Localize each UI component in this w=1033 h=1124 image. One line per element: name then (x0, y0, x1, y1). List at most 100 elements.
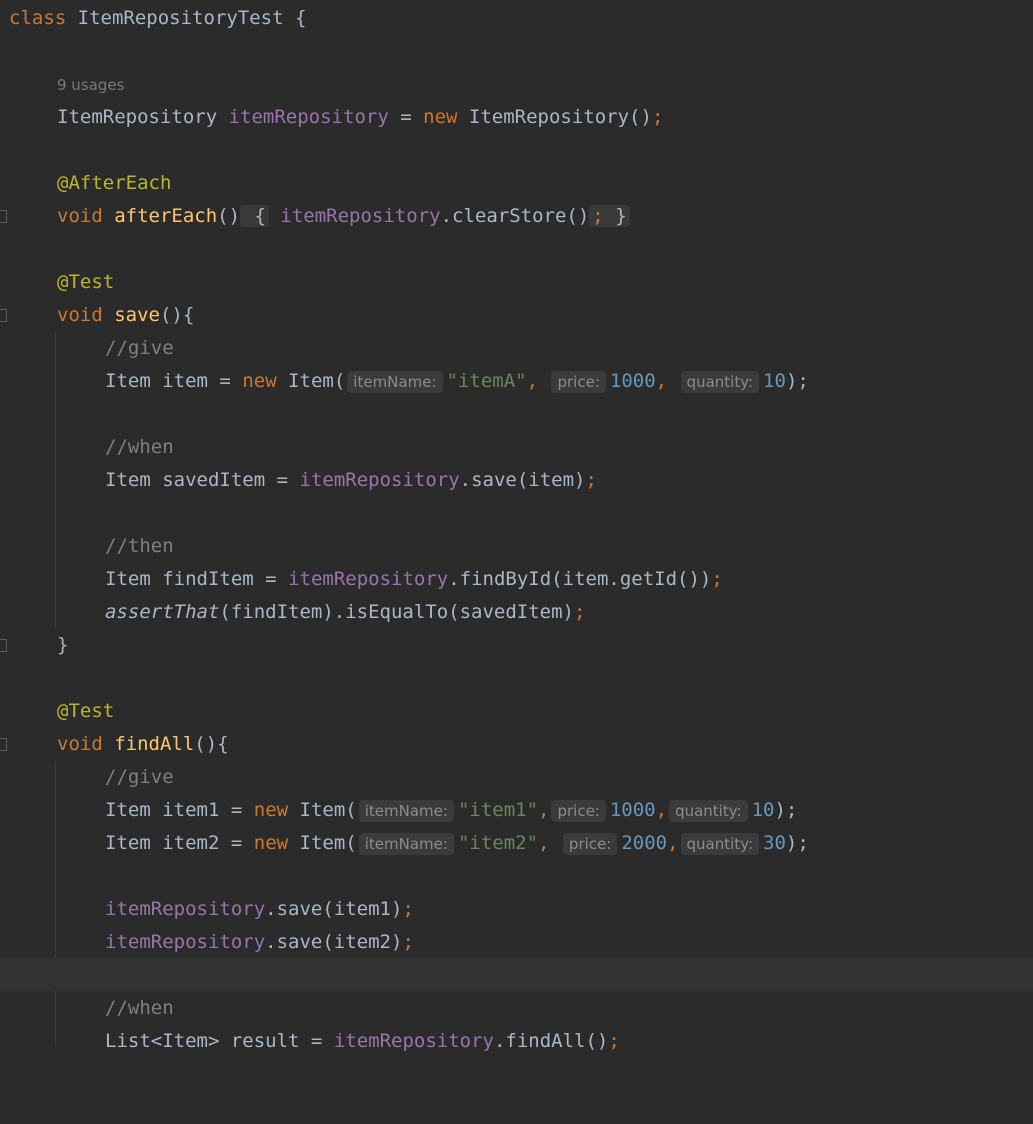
class-name: ItemRepositoryTest (77, 7, 284, 29)
field-ref: itemRepository (280, 205, 441, 227)
semicolon: ; (711, 568, 723, 590)
semicolon: ; (574, 601, 586, 623)
code-line[interactable]: assertThat(findItem).isEqualTo(savedItem… (0, 596, 1033, 629)
close-paren: ); (785, 370, 809, 392)
current-line-highlight[interactable] (0, 958, 1033, 991)
type-name: ItemRepository (57, 106, 218, 128)
comma: , (655, 370, 668, 392)
method-call: .clearStore() (440, 205, 590, 227)
annotation: @Test (57, 700, 115, 722)
field-ref: itemRepository (299, 469, 460, 491)
brace: { (295, 7, 307, 29)
number-literal: 10 (751, 799, 775, 821)
keyword: void (57, 733, 103, 755)
code-line[interactable]: void save(){ (0, 299, 1033, 332)
code-editor[interactable]: class ItemRepositoryTest { 9 usages Item… (0, 0, 1033, 1052)
brace: (){ (194, 733, 229, 755)
param-hint-price: price: (562, 833, 618, 855)
code-line[interactable]: void findAll(){ (0, 728, 1033, 761)
semicolon: ; (585, 469, 597, 491)
declaration: Item findItem (105, 568, 254, 590)
declaration: Item savedItem (105, 469, 266, 491)
brace: (){ (159, 304, 195, 326)
folded-brace[interactable]: { (240, 205, 269, 227)
comma: , (538, 799, 550, 821)
code-line[interactable]: Item savedItem = itemRepository.save(ite… (0, 464, 1033, 497)
param-hint-itemname: itemName: (347, 371, 443, 393)
code-line[interactable]: //give (0, 761, 1033, 794)
operator: = (230, 799, 243, 821)
comma: , (655, 799, 668, 821)
operator: = (265, 568, 277, 590)
method-name: save (114, 304, 160, 326)
code-line[interactable]: @Test (0, 695, 1033, 728)
semicolon: ; (402, 898, 414, 920)
param-hint-price: price: (551, 371, 606, 393)
code-line[interactable]: Item item2 = new Item(itemName: "item2", … (0, 827, 1033, 860)
code-line[interactable]: //when (0, 992, 1033, 1025)
semicolon: ; (651, 106, 664, 128)
keyword: void (57, 205, 103, 227)
code-line[interactable]: void afterEach() { itemRepository.clearS… (0, 200, 1033, 233)
declaration: List<Item> result (105, 1030, 300, 1052)
code-line[interactable]: @AfterEach (0, 167, 1033, 200)
comma: , (526, 370, 539, 392)
comma: , (538, 832, 550, 854)
code-line[interactable]: Item findItem = itemRepository.findById(… (0, 563, 1033, 596)
code-line[interactable]: Item item = new Item(itemName: "itemA", p… (0, 365, 1033, 398)
semicolon: ; (402, 931, 414, 953)
usages-hint[interactable]: 9 usages (57, 69, 124, 102)
code-line[interactable]: ItemRepository itemRepository = new Item… (0, 101, 1033, 134)
operator: = (276, 469, 289, 491)
string-literal: "item1" (457, 799, 539, 821)
method-call: (findItem).isEqualTo(savedItem) (219, 601, 574, 623)
code-line[interactable]: class ItemRepositoryTest { (0, 2, 1033, 35)
keyword: new (253, 799, 289, 821)
method-call: .findAll() (493, 1030, 609, 1052)
declaration: Item item (105, 370, 208, 392)
keyword: void (57, 304, 103, 326)
number-literal: 2000 (621, 832, 668, 854)
keyword: new (242, 370, 277, 392)
code-line[interactable]: @Test (0, 266, 1033, 299)
close-paren: ); (774, 799, 798, 821)
declaration: Item item1 (105, 799, 220, 821)
parens: () (217, 205, 241, 227)
field-name: itemRepository (228, 106, 389, 128)
constructor-call: Item( (299, 832, 357, 854)
field-ref: itemRepository (105, 931, 266, 953)
method-name: afterEach (114, 205, 218, 227)
method-call: .findById(item.getId()) (448, 568, 712, 590)
folded-semi[interactable]: ; } (589, 205, 630, 227)
code-line[interactable]: Item item1 = new Item(itemName: "item1", p… (0, 794, 1033, 827)
string-literal: "itemA" (446, 370, 527, 392)
semicolon: ; (608, 1030, 620, 1052)
keyword: new (423, 106, 458, 128)
param-hint-quantity: quantity: (669, 800, 748, 822)
code-line[interactable]: } (0, 629, 1033, 662)
declaration: Item item2 (105, 832, 220, 854)
method-call: .save(item1) (265, 898, 403, 920)
code-line[interactable]: //then (0, 530, 1033, 563)
code-line[interactable]: itemRepository.save(item2); (0, 926, 1033, 959)
number-literal: 30 (763, 832, 786, 854)
operator: = (230, 832, 243, 854)
comment: //give (105, 337, 174, 359)
field-ref: itemRepository (333, 1030, 494, 1052)
comment: //when (105, 436, 174, 458)
operator: = (219, 370, 231, 392)
field-ref: itemRepository (288, 568, 449, 590)
operator: = (400, 106, 412, 128)
keyword: class (9, 7, 67, 29)
code-line[interactable]: //when (0, 431, 1033, 464)
code-line[interactable]: List<Item> result = itemRepository.findA… (0, 1025, 1033, 1058)
code-line[interactable]: //give (0, 332, 1033, 365)
constructor-call: ItemRepository() (468, 106, 652, 128)
usages-hint-line: 9 usages (0, 69, 1033, 102)
param-hint-quantity: quantity: (680, 371, 760, 393)
comment: //then (105, 535, 174, 557)
constructor-call: Item( (299, 799, 357, 821)
code-line[interactable]: itemRepository.save(item1); (0, 893, 1033, 926)
annotation: @Test (57, 271, 115, 293)
number-literal: 1000 (609, 799, 656, 821)
